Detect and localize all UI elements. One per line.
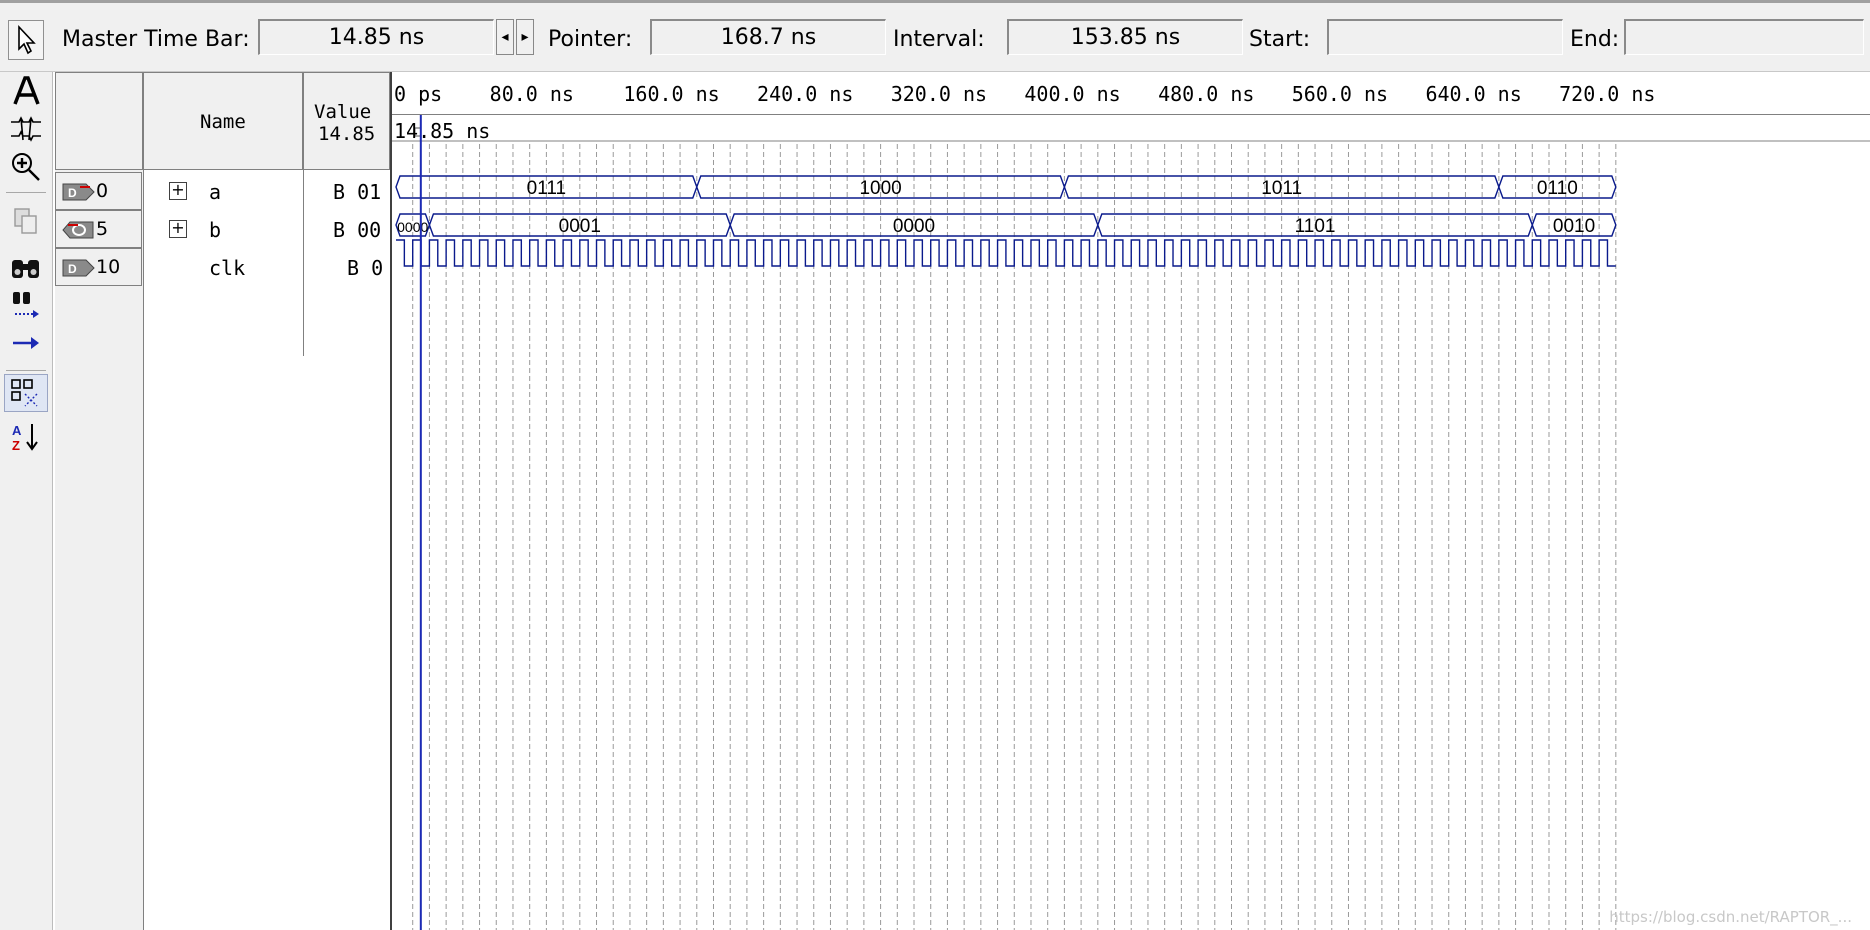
bus-b-segment-value: 0000 — [893, 216, 935, 237]
bus-a-segment-value: 0111 — [527, 178, 566, 199]
next-transition-icon — [13, 337, 39, 349]
name-header-label: Name — [200, 111, 246, 133]
ruler-tick-label: 720.0 ns — [1559, 82, 1656, 106]
node-row-index-cell[interactable]: D 10 — [55, 248, 142, 286]
zoom-button[interactable] — [4, 148, 48, 186]
snap-to-grid-icon — [11, 379, 38, 407]
master-time-bar-left-arrow[interactable]: ◂ — [496, 19, 514, 55]
node-name[interactable]: b — [209, 218, 221, 242]
name-column-header[interactable]: Name — [143, 72, 303, 170]
value-column-divider — [303, 170, 304, 356]
interval-label: Interval: — [893, 27, 985, 52]
sort-button[interactable]: A Z — [4, 418, 48, 456]
bus-b-segment-value: 0010 — [1553, 216, 1595, 237]
node-row-index-cell[interactable]: D 0 — [55, 172, 142, 210]
watermark-text: https://blog.csdn.net/RAPTOR_... — [1609, 908, 1852, 926]
node-list-panel: Name Value 14.85 D 0 + a B 01 5 + b B 00… — [55, 72, 391, 930]
node-name[interactable]: a — [209, 180, 221, 204]
copy-button[interactable] — [4, 202, 48, 240]
pointer-label: Pointer: — [548, 27, 633, 52]
value-header-time: 14.85 — [318, 123, 376, 145]
output-bus-pin-icon — [62, 221, 94, 239]
ruler-tick-label: 400.0 ns — [1024, 82, 1121, 106]
svg-text:D: D — [68, 186, 77, 200]
text-tool-icon — [13, 76, 40, 105]
name-column-body — [143, 170, 391, 930]
node-value: B 01 — [333, 180, 382, 204]
master-time-bar-label: Master Time Bar: — [62, 27, 250, 52]
ruler-tick-label: 480.0 ns — [1158, 82, 1255, 106]
svg-text:Z: Z — [12, 438, 20, 453]
ruler-tick-label: 0 ps — [394, 82, 443, 106]
bus-b-segment-value: 0000 — [397, 219, 428, 235]
time-bar-toolbar: Master Time Bar: 14.85 ns ◂ ▸ Pointer: 1… — [0, 3, 1870, 72]
ruler-tick-label: 560.0 ns — [1291, 82, 1389, 106]
waveform-canvas[interactable]: 0111 1000 1011 0110 0000 0001 0000 1101 0010 — [392, 72, 1870, 930]
selection-tool-button[interactable] — [8, 20, 44, 60]
expand-icon[interactable]: + — [169, 220, 187, 238]
node-index: 10 — [96, 256, 121, 278]
svg-text:D: D — [68, 262, 77, 276]
selection-tool-icon — [18, 24, 36, 55]
replace-button[interactable] — [4, 286, 48, 324]
node-row-index-cell[interactable]: 5 — [55, 210, 142, 248]
snap-to-grid-button[interactable] — [4, 374, 48, 412]
svg-text:A: A — [12, 423, 22, 438]
ruler-tick-label: 320.0 ns — [890, 82, 988, 106]
waveform-panel[interactable]: 0111 1000 1011 0110 0000 0001 0000 1101 0010 0 p… — [390, 72, 1870, 930]
end-field[interactable] — [1624, 19, 1864, 55]
node-index: 5 — [96, 218, 109, 240]
node-value: B 0 — [347, 256, 384, 280]
expand-icon[interactable]: + — [169, 182, 187, 200]
value-column-header[interactable]: Value 14.85 — [303, 72, 390, 170]
master-time-bar-field[interactable]: 14.85 ns — [258, 19, 494, 55]
end-label: End: — [1570, 27, 1620, 52]
waveform-editing-button[interactable] — [4, 110, 48, 148]
bus-a-segment-value: 0110 — [1537, 178, 1578, 199]
ruler-tick-label: 240.0 ns — [757, 82, 854, 106]
node-value: B 00 — [333, 218, 382, 242]
pointer-field: 168.7 ns — [650, 19, 886, 55]
sort-icon: A Z — [12, 423, 38, 453]
start-label: Start: — [1249, 27, 1311, 52]
time-ruler[interactable]: 0 ps 80.0 ns 160.0 ns 240.0 ns 320.0 ns 400.0… — [392, 72, 1870, 115]
ruler-tick-label: 640.0 ns — [1425, 82, 1522, 106]
start-field[interactable] — [1327, 19, 1563, 55]
text-tool-button[interactable] — [4, 72, 48, 110]
palette-divider — [6, 370, 46, 371]
bus-b-segment-value: 0001 — [559, 216, 601, 237]
palette-divider — [6, 192, 46, 193]
bus-a-segment-value: 1000 — [859, 178, 901, 199]
interval-field: 153.85 ns — [1007, 19, 1243, 55]
input-bus-pin-icon: D — [62, 183, 95, 201]
master-time-bar-right-arrow[interactable]: ▸ — [516, 19, 534, 55]
node-index: 0 — [96, 180, 109, 202]
value-header-label: Value — [314, 101, 372, 123]
master-time-bar-marker-label: 14.85 ns — [394, 119, 491, 143]
input-pin-icon: D — [62, 259, 95, 277]
zoom-icon — [12, 153, 40, 181]
ruler-tick-label: 160.0 ns — [623, 82, 720, 106]
waveform-editing-icon — [11, 116, 41, 142]
index-column-header — [55, 72, 143, 170]
bus-a-segment-value: 1011 — [1261, 178, 1302, 199]
find-button[interactable] — [4, 248, 48, 286]
node-name[interactable]: clk — [209, 256, 245, 280]
replace-icon — [13, 292, 39, 318]
clk-waveform — [396, 239, 1616, 267]
next-transition-button[interactable] — [4, 324, 48, 362]
tool-palette: A Z — [0, 72, 53, 930]
bus-b-segment-value: 1101 — [1295, 216, 1336, 237]
copy-icon — [14, 208, 37, 234]
ruler-tick-label: 80.0 ns — [489, 82, 574, 106]
find-icon — [12, 260, 39, 278]
